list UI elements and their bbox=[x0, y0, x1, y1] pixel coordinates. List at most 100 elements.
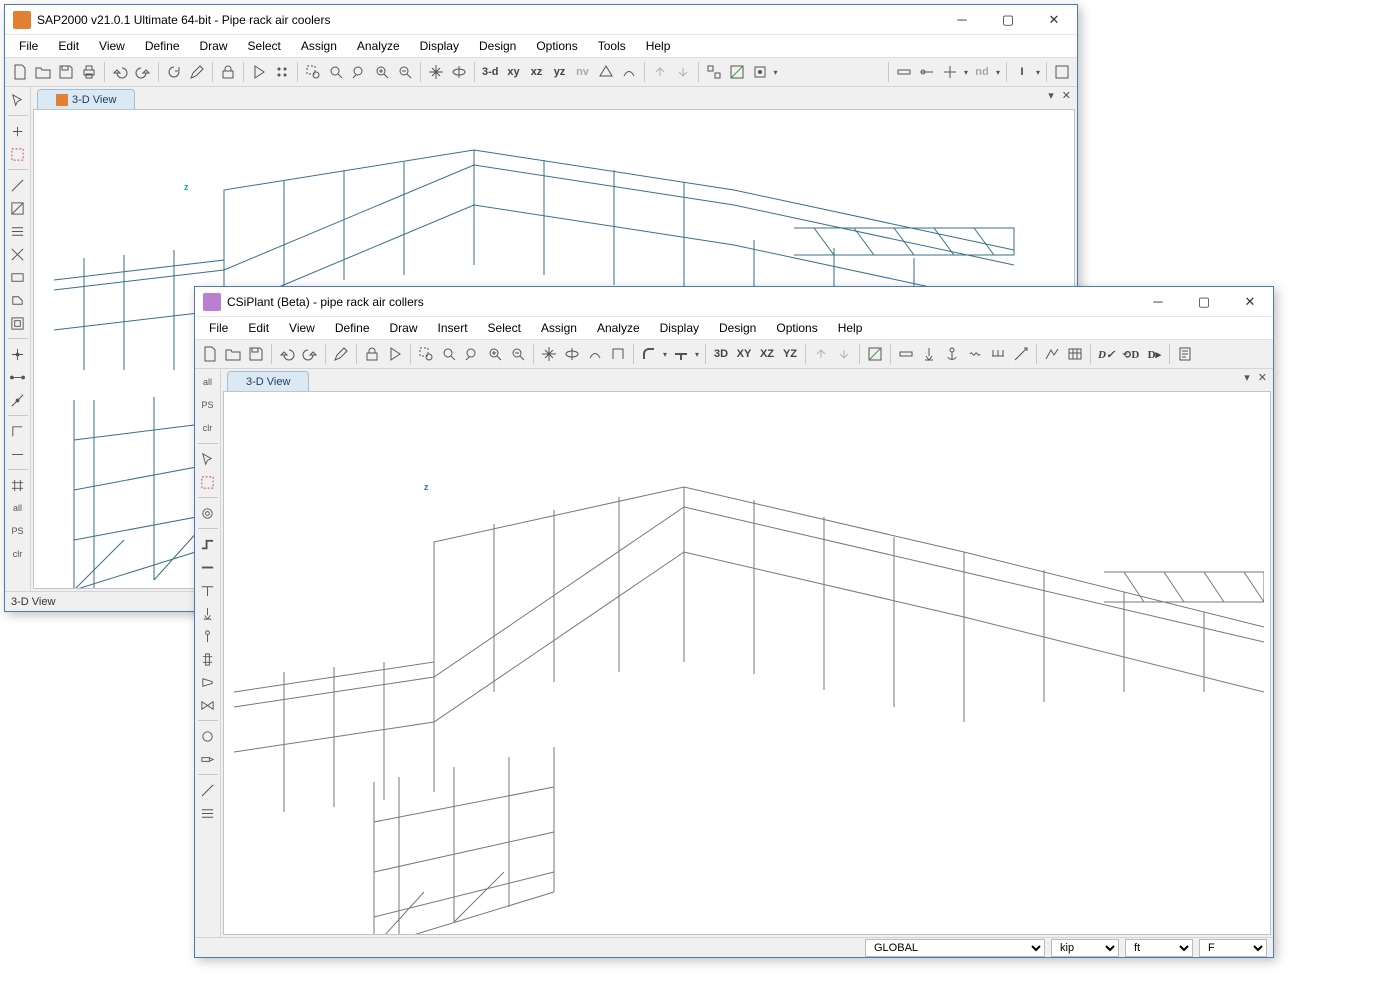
draw-straight-icon[interactable] bbox=[197, 556, 219, 578]
perspective-icon[interactable] bbox=[584, 343, 606, 365]
menu-select[interactable]: Select bbox=[238, 37, 291, 55]
draw-flange-icon[interactable] bbox=[197, 648, 219, 670]
menu-tools[interactable]: Tools bbox=[588, 37, 636, 55]
select-all-button[interactable]: all bbox=[7, 497, 29, 519]
menu-view[interactable]: View bbox=[89, 37, 135, 55]
pencil-icon[interactable] bbox=[186, 61, 208, 83]
pointer-icon[interactable] bbox=[197, 448, 219, 470]
assign-spring-icon[interactable] bbox=[964, 343, 986, 365]
plant-3d-canvas[interactable]: z bbox=[223, 391, 1271, 935]
draw-brace-icon[interactable] bbox=[7, 243, 29, 265]
redo-icon[interactable] bbox=[132, 61, 154, 83]
named-display-button[interactable]: nd bbox=[971, 61, 993, 83]
options-icon[interactable] bbox=[271, 61, 293, 83]
menu-analyze[interactable]: Analyze bbox=[587, 319, 650, 337]
object-display-icon[interactable] bbox=[703, 61, 725, 83]
tab-3d-view[interactable]: 3-D View bbox=[37, 89, 135, 109]
dropdown-arrow-icon[interactable]: ▾ bbox=[693, 350, 701, 359]
refresh-icon[interactable] bbox=[163, 61, 185, 83]
print-icon[interactable] bbox=[78, 61, 100, 83]
view-3d-button[interactable]: 3D bbox=[710, 343, 732, 365]
draw-equipment-icon[interactable] bbox=[197, 725, 219, 747]
move-down-icon[interactable] bbox=[833, 343, 855, 365]
zoom-in-icon[interactable] bbox=[371, 61, 393, 83]
walk-through-icon[interactable] bbox=[607, 343, 629, 365]
dropdown-arrow-icon[interactable]: ▾ bbox=[962, 68, 970, 77]
zoom-out-icon[interactable] bbox=[394, 61, 416, 83]
menu-design[interactable]: Design bbox=[709, 319, 766, 337]
menu-view[interactable]: View bbox=[279, 319, 325, 337]
menu-define[interactable]: Define bbox=[135, 37, 190, 55]
view-xy-button[interactable]: XY bbox=[733, 343, 755, 365]
assign-anchor-icon[interactable] bbox=[941, 343, 963, 365]
menu-options[interactable]: Options bbox=[526, 37, 587, 55]
move-down-icon[interactable] bbox=[672, 61, 694, 83]
force-unit-select[interactable]: kip bbox=[1051, 939, 1119, 957]
element-display-icon[interactable] bbox=[864, 343, 886, 365]
menu-assign[interactable]: Assign bbox=[291, 37, 347, 55]
draw-pipe-icon[interactable] bbox=[197, 502, 219, 524]
draw-branch-icon[interactable] bbox=[197, 579, 219, 601]
snap-perp-icon[interactable] bbox=[7, 420, 29, 442]
zoom-extents-icon[interactable] bbox=[438, 343, 460, 365]
maximize-button[interactable]: ▢ bbox=[1181, 287, 1227, 316]
assign-load-icon[interactable] bbox=[987, 343, 1009, 365]
pencil-icon[interactable] bbox=[330, 343, 352, 365]
clear-select-button[interactable]: clr bbox=[197, 417, 219, 439]
lock-icon[interactable] bbox=[361, 343, 383, 365]
view-3d-button[interactable]: 3-d bbox=[479, 61, 502, 83]
lock-icon[interactable] bbox=[217, 61, 239, 83]
menu-draw[interactable]: Draw bbox=[380, 319, 428, 337]
draw-nozzle-icon[interactable] bbox=[197, 748, 219, 770]
view-xz-button[interactable]: xz bbox=[526, 61, 548, 83]
zoom-window-icon[interactable] bbox=[302, 61, 324, 83]
close-button[interactable]: ✕ bbox=[1031, 5, 1077, 34]
draw-area-poly-icon[interactable] bbox=[7, 289, 29, 311]
special-display-icon[interactable] bbox=[749, 61, 771, 83]
save-icon[interactable] bbox=[245, 343, 267, 365]
i-section-button[interactable]: I bbox=[1011, 61, 1033, 83]
move-up-icon[interactable] bbox=[649, 61, 671, 83]
zoom-extents-icon[interactable] bbox=[325, 61, 347, 83]
zoom-in-icon[interactable] bbox=[484, 343, 506, 365]
report-icon[interactable] bbox=[1174, 343, 1196, 365]
assign-support-icon[interactable] bbox=[918, 343, 940, 365]
draw-secondary-beam-icon[interactable] bbox=[7, 220, 29, 242]
save-icon[interactable] bbox=[55, 61, 77, 83]
tab-dropdown-icon[interactable]: ▾ bbox=[1046, 89, 1056, 102]
close-button[interactable]: ✕ bbox=[1227, 287, 1273, 316]
run-analysis-icon[interactable] bbox=[384, 343, 406, 365]
view-xy-button[interactable]: xy bbox=[503, 61, 525, 83]
open-file-icon[interactable] bbox=[222, 343, 244, 365]
menu-select[interactable]: Select bbox=[478, 319, 531, 337]
zoom-out-icon[interactable] bbox=[507, 343, 529, 365]
menu-draw[interactable]: Draw bbox=[190, 37, 238, 55]
rotate-3d-icon[interactable] bbox=[561, 343, 583, 365]
assign-frame-release-icon[interactable] bbox=[916, 61, 938, 83]
view-yz-button[interactable]: yz bbox=[549, 61, 571, 83]
reshape-icon[interactable] bbox=[7, 120, 29, 142]
draw-valve-icon[interactable] bbox=[197, 694, 219, 716]
menu-analyze[interactable]: Analyze bbox=[347, 37, 410, 55]
assign-frame-icon[interactable] bbox=[895, 343, 917, 365]
perspective-icon[interactable] bbox=[595, 61, 617, 83]
draw-area-rect-icon[interactable] bbox=[7, 266, 29, 288]
draw-anchor-icon[interactable] bbox=[197, 625, 219, 647]
maximize-button[interactable]: ▢ bbox=[985, 5, 1031, 34]
draw-quick-frame-icon[interactable] bbox=[7, 197, 29, 219]
menu-file[interactable]: File bbox=[199, 319, 238, 337]
tab-3d-view[interactable]: 3-D View bbox=[227, 371, 309, 391]
show-model-icon[interactable] bbox=[1041, 343, 1063, 365]
design-next-icon[interactable]: D▸ bbox=[1143, 343, 1165, 365]
menu-define[interactable]: Define bbox=[325, 319, 380, 337]
draw-reducer-icon[interactable] bbox=[197, 671, 219, 693]
select-grid-icon[interactable] bbox=[7, 474, 29, 496]
undo-icon[interactable] bbox=[109, 61, 131, 83]
menu-help[interactable]: Help bbox=[828, 319, 873, 337]
prev-select-button[interactable]: PS bbox=[197, 394, 219, 416]
draw-pipe-run-icon[interactable] bbox=[197, 533, 219, 555]
menu-options[interactable]: Options bbox=[766, 319, 827, 337]
length-unit-select[interactable]: ft bbox=[1125, 939, 1193, 957]
open-file-icon[interactable] bbox=[32, 61, 54, 83]
tab-dropdown-icon[interactable]: ▾ bbox=[1242, 371, 1252, 384]
